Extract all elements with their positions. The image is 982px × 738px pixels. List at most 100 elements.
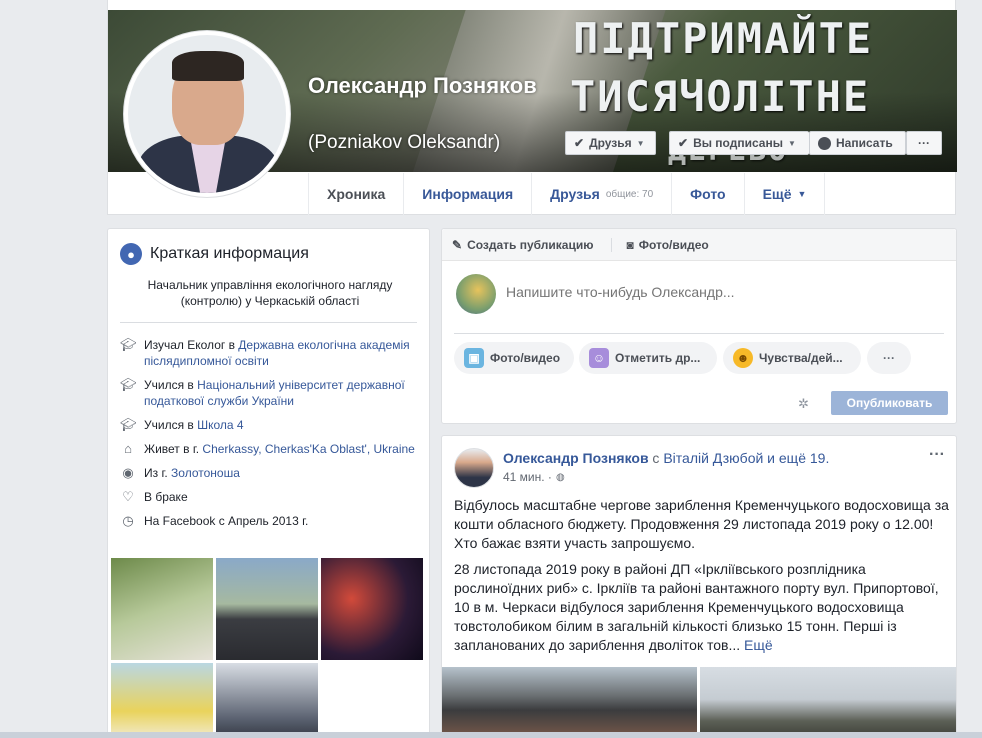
intro-item-prefix: Учился в <box>144 378 198 392</box>
photo-video-button[interactable]: ▣ Фото/видео <box>454 342 574 374</box>
post-composer: ✎ Создать публикацию ◙ Фото/видео ▣ Фото… <box>441 228 957 424</box>
tab-friends[interactable]: Друзья общие: 70 <box>531 173 671 215</box>
intro-item-link[interactable]: Школа 4 <box>197 418 243 432</box>
photo-thumbnail[interactable] <box>216 663 318 737</box>
graduation-cap-icon: 🎓︎ <box>120 337 137 352</box>
avatar[interactable] <box>454 448 494 488</box>
friends-button[interactable]: ✔ Друзья ▼ <box>565 131 656 155</box>
more-icon: ··· <box>883 351 895 365</box>
post-author[interactable]: Олександр Позняков <box>503 450 649 466</box>
tab-more[interactable]: Ещё ▼ <box>743 173 826 215</box>
photo-thumbnail[interactable] <box>111 558 213 660</box>
avatar-photo <box>128 35 286 193</box>
more-options-button[interactable]: ··· <box>867 342 911 374</box>
intro-item-prefix: Живет в г. <box>144 442 203 456</box>
intro-item-prefix: Учился в <box>144 418 198 432</box>
avatar <box>456 274 496 314</box>
list-item: ◉ Из г. Золотоноша <box>120 465 420 481</box>
post-timestamp[interactable]: 41 мин. · <box>503 470 552 484</box>
more-icon: ··· <box>918 136 930 150</box>
caret-down-icon: ▼ <box>787 138 796 148</box>
tab-photos[interactable]: Фото <box>671 173 743 215</box>
tag-friends-icon: ☺ <box>589 348 609 368</box>
profile-tabs: Хроника Информация Друзья общие: 70 Фото … <box>308 173 826 215</box>
tab-friends-label: Друзья <box>550 186 600 202</box>
feeling-activity-button[interactable]: ☻ Чувства/дей... <box>723 342 861 374</box>
photo-thumbnail[interactable] <box>216 558 318 660</box>
composer-tabs: ✎ Создать публикацию ◙ Фото/видео <box>442 229 956 261</box>
graduation-cap-icon: 🎓︎ <box>120 377 137 392</box>
profile-header: ПІДТРИМАЙТЕ ТИСЯЧОЛІТНЕ ДЕРЕВО Олександр… <box>107 0 957 215</box>
photo-icon: ▣ <box>464 348 484 368</box>
post-image[interactable] <box>442 667 697 737</box>
avatar-hair <box>172 51 244 81</box>
profile-avatar[interactable] <box>123 30 291 198</box>
tab-create-post[interactable]: ✎ Создать публикацию <box>452 238 593 252</box>
messenger-icon <box>818 136 831 150</box>
clock-icon: ◷ <box>122 513 134 528</box>
feeling-activity-button-label: Чувства/дей... <box>759 351 843 365</box>
publish-button[interactable]: Опубликовать <box>831 391 948 415</box>
intro-item-prefix: Из г. <box>144 466 172 480</box>
tab-timeline[interactable]: Хроника <box>308 173 403 215</box>
intro-title: Краткая информация <box>150 245 309 262</box>
post-paragraph-container: 28 листопада 2019 року в районі ДП «Іркл… <box>454 560 950 655</box>
window-bottom-edge <box>0 732 982 738</box>
message-button[interactable]: Написать <box>809 131 906 155</box>
intro-header: ● Краткая информация <box>120 243 309 265</box>
tab-photo-video[interactable]: ◙ Фото/видео <box>611 237 709 252</box>
list-item: ◷ На Facebook с Апрель 2013 г. <box>120 513 420 529</box>
divider <box>454 333 944 334</box>
mutual-friends-count: общие: 70 <box>605 188 654 200</box>
pencil-icon: ✎ <box>452 237 463 252</box>
caret-down-icon: ▼ <box>636 138 645 148</box>
post-options-icon[interactable]: ··· <box>929 446 945 464</box>
intro-item-text: На Facebook с Апрель 2013 г. <box>144 514 309 528</box>
list-item: ⌂ Живет в г. Cherkassy, Cherkas'Ka Oblas… <box>120 441 420 457</box>
cover-text-line1: ПІДТРИМАЙТЕ <box>573 14 874 63</box>
subscribed-button-label: Вы подписаны <box>693 136 783 150</box>
location-pin-icon: ◉ <box>122 465 134 480</box>
subscribed-button[interactable]: ✔ Вы подписаны ▼ <box>669 131 809 155</box>
cover-text-line2: ТИСЯЧОЛІТНЕ <box>570 72 871 121</box>
intro-item-link[interactable]: Золотоноша <box>171 466 240 480</box>
post-paragraph: 28 листопада 2019 року в районі ДП «Іркл… <box>454 561 939 653</box>
profile-name[interactable]: Олександр Позняков <box>308 72 558 100</box>
post-paragraph: Відбулось масштабне чергове зариблення К… <box>454 497 949 551</box>
see-more-link[interactable]: Ещё <box>744 637 773 653</box>
check-icon: ✔ <box>678 136 689 150</box>
caret-down-icon: ▼ <box>797 189 807 199</box>
intro-list: 🎓︎ Изучал Еколог в Державна екологічна а… <box>120 337 420 537</box>
more-actions-button[interactable]: ··· <box>906 131 942 155</box>
intro-item-link[interactable]: Cherkassy, Cherkas'Ka Oblast', Ukraine <box>202 442 414 456</box>
smiley-icon: ☻ <box>733 348 753 368</box>
home-icon: ⌂ <box>124 441 132 456</box>
photo-thumbnail[interactable] <box>111 663 213 737</box>
feed-post: Олександр Позняков с Віталій Дзюбой и ещ… <box>441 435 957 738</box>
post-tagged-link[interactable]: Віталій Дзюбой и ещё 19. <box>663 450 829 466</box>
camera-icon: ◙ <box>626 237 634 252</box>
heart-icon: ♡ <box>122 489 134 504</box>
message-button-label: Написать <box>836 136 893 150</box>
tab-photos-label: Фото <box>690 186 726 202</box>
post-input[interactable] <box>506 284 926 300</box>
list-item: ♡ В браке <box>120 489 420 505</box>
tab-about-label: Информация <box>422 186 514 202</box>
post-header: Олександр Позняков с Віталій Дзюбой и ещ… <box>503 450 903 466</box>
intro-item-text: В браке <box>144 490 188 504</box>
post-meta: 41 мин. · ◍ <box>503 470 565 484</box>
photo-video-button-label: Фото/видео <box>490 351 561 365</box>
post-image[interactable] <box>700 667 956 737</box>
tag-friends-button-label: Отметить др... <box>615 351 701 365</box>
tag-friends-button[interactable]: ☺ Отметить др... <box>579 342 717 374</box>
list-item: 🎓︎ Изучал Еколог в Державна екологічна а… <box>120 337 420 369</box>
intro-bio: Начальник управління екологічного нагляд… <box>147 278 393 308</box>
list-item: 🎓︎ Учился в Школа 4 <box>120 417 420 433</box>
photo-thumbnail[interactable] <box>321 558 423 660</box>
check-icon: ✔ <box>574 136 585 150</box>
intro-item-prefix: Изучал Еколог в <box>144 338 239 352</box>
tab-timeline-label: Хроника <box>327 186 386 202</box>
friends-button-label: Друзья <box>589 136 632 150</box>
tab-about[interactable]: Информация <box>403 173 531 215</box>
gear-icon[interactable]: ✲ <box>798 396 809 412</box>
